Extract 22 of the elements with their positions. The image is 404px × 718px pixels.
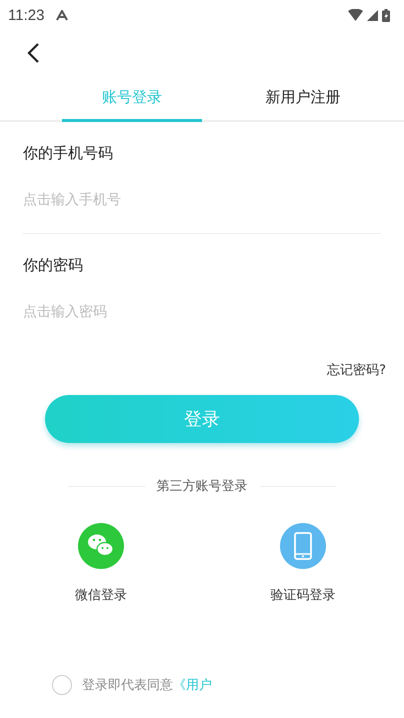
third-party-heading: 第三方账号登录	[156, 478, 248, 495]
tab[interactable]: 账号登录	[62, 76, 202, 122]
agreement-checkbox[interactable]	[52, 675, 72, 695]
status-time: 11:23	[8, 6, 44, 24]
tab[interactable]: 新用户注册	[202, 76, 404, 122]
field-label: 你的密码	[23, 256, 84, 275]
input-field[interactable]: 点击输入密码	[23, 295, 381, 329]
input-field[interactable]: 点击输入手机号	[23, 183, 381, 217]
login-button[interactable]: 登录	[45, 395, 359, 443]
notification-icon	[56, 10, 68, 20]
option-label: 验证码登录	[270, 587, 336, 604]
forgot-password-link[interactable]: 忘记密码?	[327, 361, 386, 379]
phone-icon[interactable]	[280, 523, 326, 569]
user-agreement-link[interactable]: 《用户	[173, 676, 212, 694]
wifi-icon	[348, 9, 363, 21]
field-label: 你的手机号码	[23, 144, 114, 163]
battery-icon	[382, 8, 390, 22]
back-icon[interactable]	[26, 42, 40, 64]
option-label: 微信登录	[75, 587, 127, 604]
signal-icon	[367, 10, 378, 20]
agreement-text: 登录即代表同意	[82, 677, 173, 694]
chat-bubbles-icon[interactable]	[78, 523, 124, 569]
